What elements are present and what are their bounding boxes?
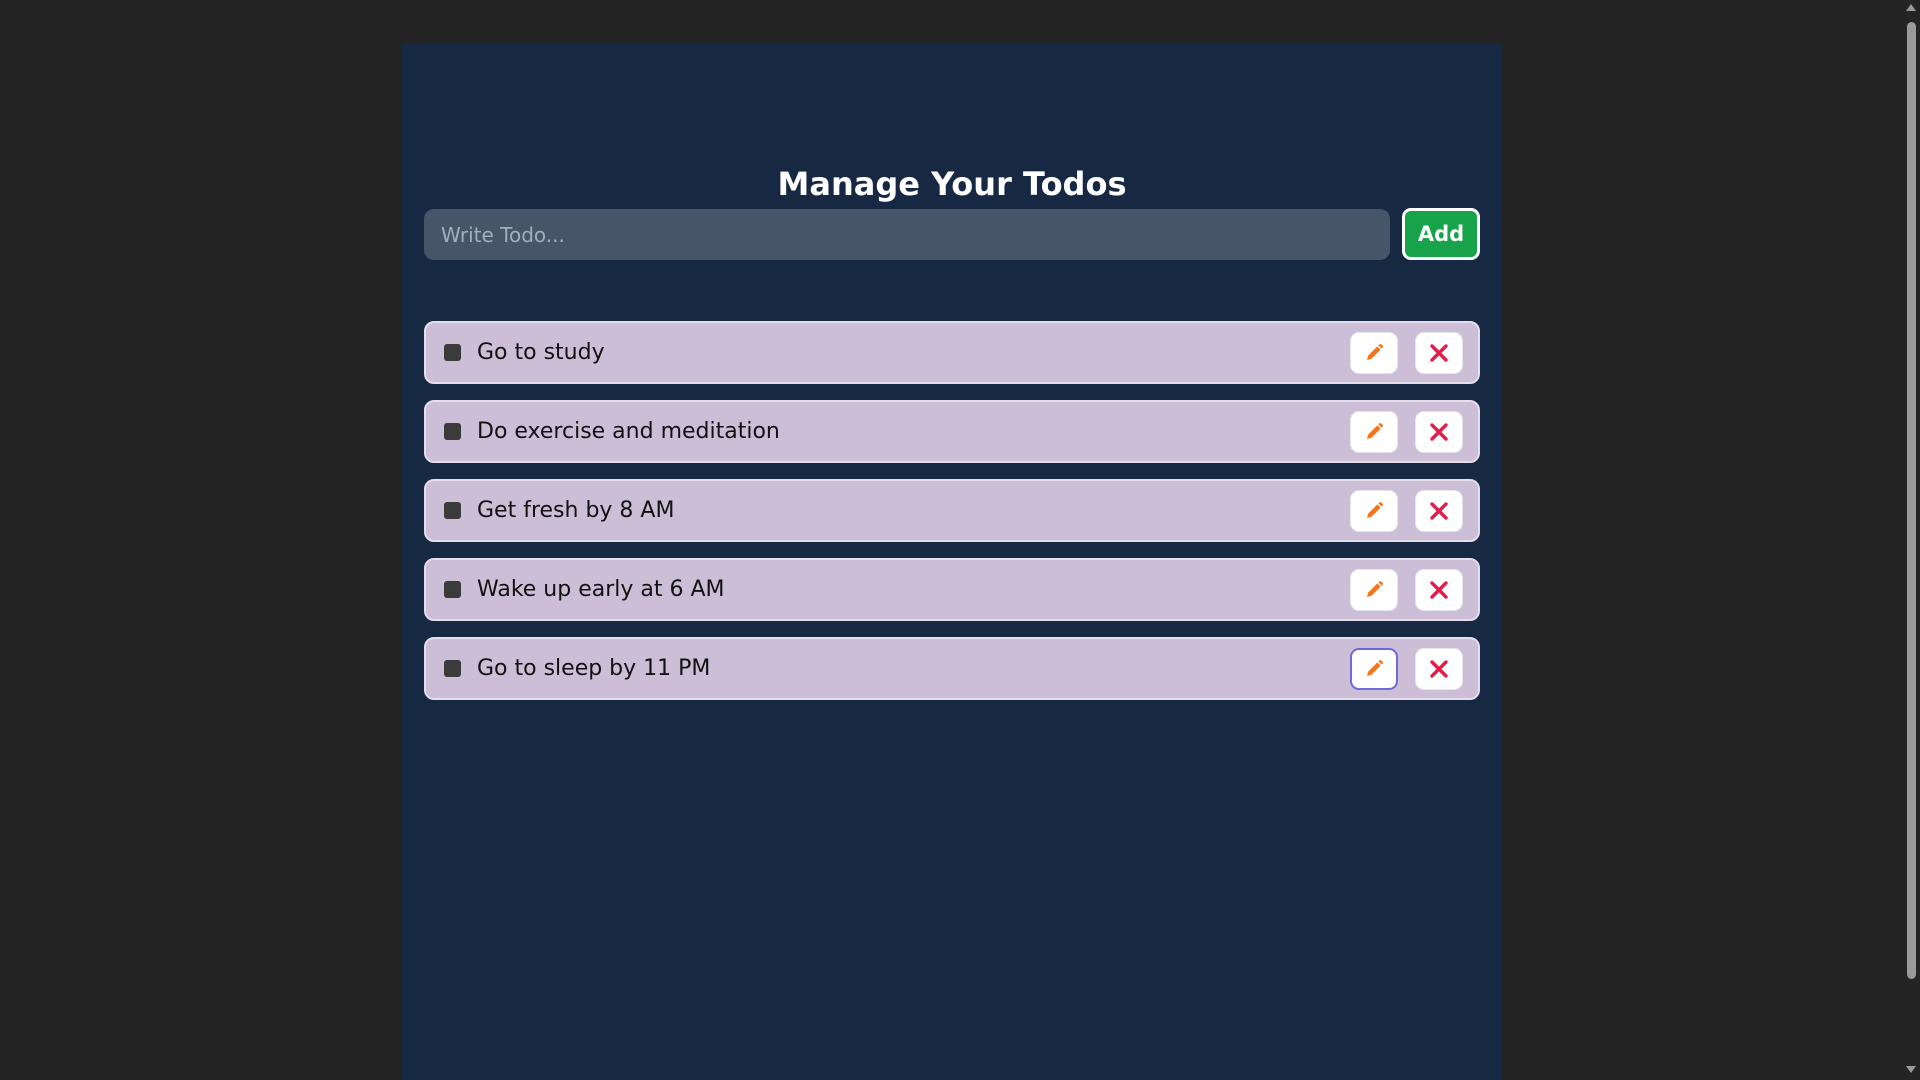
delete-button[interactable]	[1415, 332, 1463, 374]
close-icon	[1430, 660, 1448, 678]
close-icon	[1430, 502, 1448, 520]
delete-button[interactable]	[1415, 569, 1463, 611]
todo-item: Go to study	[424, 321, 1480, 384]
todo-text: Go to study	[477, 340, 605, 365]
todo-item: Go to sleep by 11 PM	[424, 637, 1480, 700]
close-icon	[1430, 423, 1448, 441]
add-button[interactable]: Add	[1402, 208, 1480, 260]
close-icon	[1430, 581, 1448, 599]
browser-viewport: Manage Your Todos Add Go to study	[0, 0, 1920, 1080]
scroll-up-arrow-icon[interactable]	[1906, 4, 1916, 11]
vertical-scrollbar[interactable]	[1902, 0, 1920, 1080]
todo-text: Go to sleep by 11 PM	[477, 656, 711, 681]
scrollbar-thumb[interactable]	[1907, 22, 1916, 979]
todo-item: Do exercise and meditation	[424, 400, 1480, 463]
todo-app-panel: Manage Your Todos Add Go to study	[402, 44, 1502, 1080]
todo-checkbox[interactable]	[444, 423, 461, 440]
todo-text: Do exercise and meditation	[477, 419, 780, 444]
todo-checkbox[interactable]	[444, 502, 461, 519]
scroll-down-arrow-icon[interactable]	[1906, 1066, 1916, 1073]
pencil-icon	[1367, 501, 1384, 518]
delete-button[interactable]	[1415, 648, 1463, 690]
edit-button[interactable]	[1350, 569, 1398, 611]
todo-text: Wake up early at 6 AM	[477, 577, 725, 602]
todo-item: Get fresh by 8 AM	[424, 479, 1480, 542]
todo-checkbox[interactable]	[444, 660, 461, 677]
todo-checkbox[interactable]	[444, 581, 461, 598]
todo-text: Get fresh by 8 AM	[477, 498, 675, 523]
close-icon	[1430, 344, 1448, 362]
todo-form: Add	[424, 204, 1480, 260]
todo-input[interactable]	[424, 209, 1390, 260]
pencil-icon	[1367, 422, 1384, 439]
edit-button[interactable]	[1350, 332, 1398, 374]
pencil-icon	[1367, 580, 1384, 597]
edit-button[interactable]	[1350, 648, 1398, 690]
pencil-icon	[1367, 343, 1384, 360]
page-title: Manage Your Todos	[777, 165, 1127, 203]
delete-button[interactable]	[1415, 490, 1463, 532]
todo-checkbox[interactable]	[444, 344, 461, 361]
edit-button[interactable]	[1350, 411, 1398, 453]
delete-button[interactable]	[1415, 411, 1463, 453]
todo-item: Wake up early at 6 AM	[424, 558, 1480, 621]
pencil-icon	[1367, 659, 1384, 676]
edit-button[interactable]	[1350, 490, 1398, 532]
